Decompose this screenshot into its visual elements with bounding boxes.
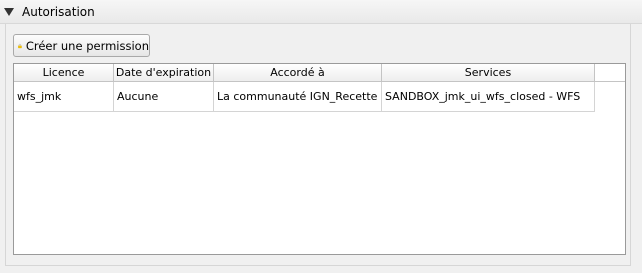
section-header[interactable]: Autorisation [0, 0, 642, 24]
column-header-licence[interactable]: Licence [14, 64, 114, 82]
create-permission-button[interactable]: Créer une permission [13, 34, 150, 57]
header-filler [595, 64, 625, 82]
cell-services[interactable]: SANDBOX_jmk_ui_wfs_closed - WFS [382, 82, 595, 112]
table-header: Licence Date d'expiration Accordé à Serv… [14, 64, 625, 82]
lock-icon [18, 43, 22, 48]
cell-expiration[interactable]: Aucune [114, 82, 214, 112]
cell-licence[interactable]: wfs_jmk [14, 82, 114, 112]
table-row[interactable]: wfs_jmk Aucune La communauté IGN_Recette… [14, 82, 595, 112]
section-title: Autorisation [22, 5, 95, 19]
column-header-expiration[interactable]: Date d'expiration [114, 64, 214, 82]
column-header-services[interactable]: Services [382, 64, 595, 82]
collapse-triangle-icon[interactable] [4, 8, 14, 16]
permissions-table[interactable]: Licence Date d'expiration Accordé à Serv… [13, 63, 626, 255]
cell-granted-to[interactable]: La communauté IGN_Recette [214, 82, 382, 112]
create-permission-label: Créer une permission [25, 38, 149, 53]
table-body: wfs_jmk Aucune La communauté IGN_Recette… [14, 82, 595, 112]
column-header-granted-to[interactable]: Accordé à [214, 64, 382, 82]
